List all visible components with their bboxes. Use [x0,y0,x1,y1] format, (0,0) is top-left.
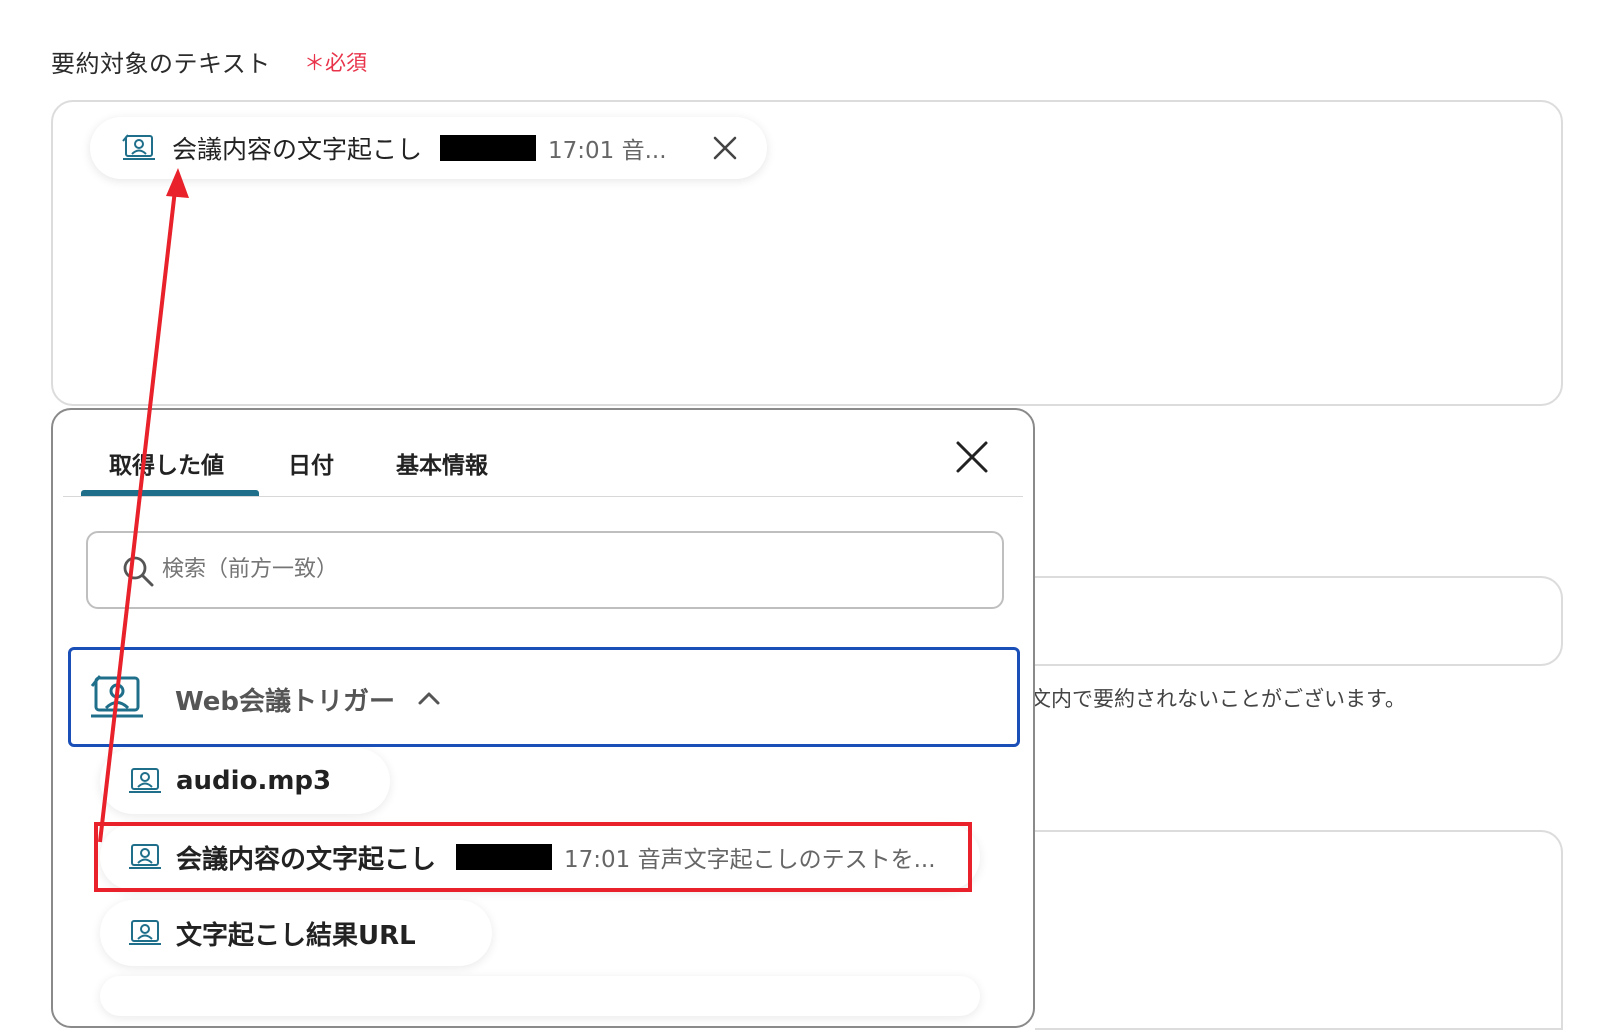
list-item-label: 文字起こし結果URL [176,920,416,951]
annotation-highlight-box [94,822,972,892]
chip-label: 会議内容の文字起こし [172,135,423,164]
close-icon[interactable] [707,130,743,166]
meeting-trigger-icon [90,675,143,718]
close-icon[interactable] [953,438,991,476]
meeting-trigger-icon [129,768,161,793]
field-label: 要約対象のテキスト [51,50,271,78]
list-item-audio[interactable]: audio.mp3 [100,748,390,814]
tab-divider [63,496,1023,497]
group-label: Web会議トリガー [175,687,395,717]
tab-basic-info[interactable]: 基本情報 [396,446,488,480]
tab-acquired-values[interactable]: 取得した値 [109,446,224,480]
search-input[interactable] [160,556,864,583]
list-item-partial[interactable] [100,976,980,1016]
search-icon [123,556,154,587]
required-badge: ＊必須 [304,51,367,75]
meeting-trigger-icon [122,134,155,160]
value-picker-popup: 取得した値 日付 基本情報 Web会議トリガー [51,408,1035,1028]
search-box[interactable] [86,531,1004,609]
chip-meta: 17:01 音... [548,138,667,164]
background-input-box[interactable] [1035,576,1563,666]
group-web-meeting-trigger[interactable]: Web会議トリガー [68,647,1020,747]
meeting-trigger-icon [129,920,161,945]
list-item-transcript-url[interactable]: 文字起こし結果URL [100,900,492,966]
background-note: 文内で要約されないことがございます。 [1030,687,1406,711]
list-item-label: audio.mp3 [176,766,332,796]
chevron-up-icon[interactable] [417,688,441,708]
selected-value-chip[interactable]: 会議内容の文字起こし 17:01 音... [90,117,767,179]
redacted-block [440,135,537,161]
tab-date[interactable]: 日付 [288,446,334,480]
background-textarea[interactable] [1035,830,1563,1030]
